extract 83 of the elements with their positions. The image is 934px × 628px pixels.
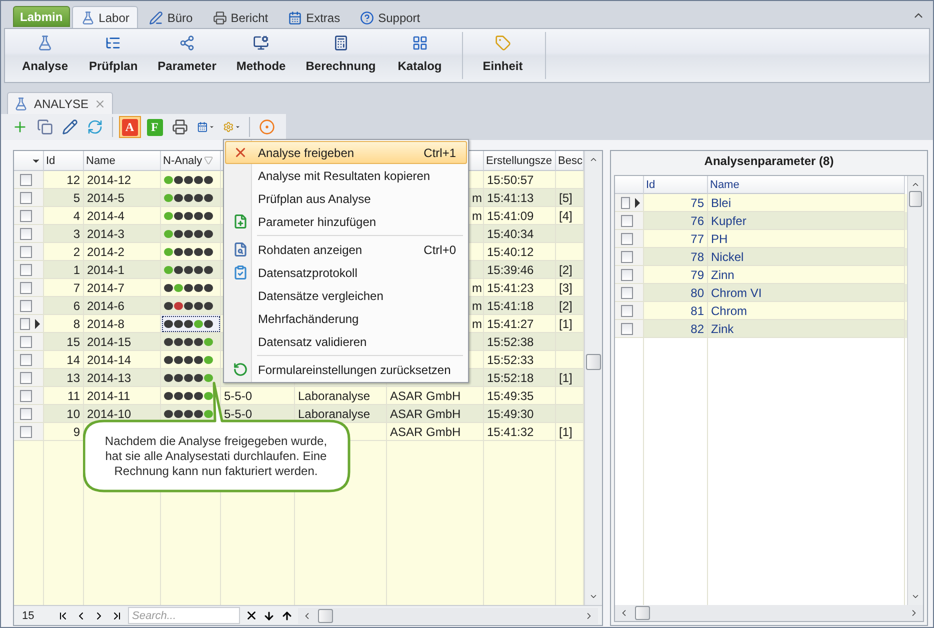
table-cell: 2014-3 (87, 226, 124, 240)
table-cell: ASAR GmbH (390, 406, 461, 420)
table-cell: 12 (66, 172, 80, 186)
table-cell: 7 (73, 280, 80, 294)
table-cell: Zink (711, 322, 734, 336)
panel-title: Analysenparameter (8) (703, 153, 835, 170)
table-cell: 13 (66, 370, 80, 384)
table-cell: 15:41:18 (487, 298, 534, 312)
table-cell: [2] (559, 262, 572, 276)
table-cell: 15:40:34 (487, 226, 534, 240)
table-cell: [3] (559, 280, 572, 294)
table-cell: Nickel (711, 250, 744, 264)
table-cell: 2 (73, 244, 80, 258)
table-cell: 10 (66, 406, 80, 420)
table-cell: [1] (559, 424, 572, 438)
table-cell: 8 (73, 316, 80, 330)
table-cell: 15:41:13 (487, 190, 534, 204)
table-cell: 2014-10 (87, 406, 132, 420)
table-cell: 2014-2 (87, 244, 124, 258)
table-cell: Kupfer (711, 214, 746, 228)
table-cell: 2014-15 (87, 334, 132, 348)
table-cell: [5] (559, 190, 572, 204)
table-cell: 15:40:12 (487, 244, 534, 258)
record-count: 15 (22, 610, 36, 622)
table-cell: m (472, 280, 482, 294)
table-cell: 2014-8 (87, 316, 124, 330)
table-cell: 15:41:32 (487, 424, 534, 438)
table-cell: [1] (559, 316, 572, 330)
table-cell: [2] (559, 298, 572, 312)
table-cell: 2014-14 (87, 352, 132, 366)
table-cell: 2014-7 (87, 280, 124, 294)
table-cell: 80 (690, 286, 704, 300)
table-cell: PH (711, 232, 728, 246)
table-cell: 5-5-0 (224, 388, 252, 402)
table-cell: 15:52:33 (487, 352, 534, 366)
table-cell: 15:41:27 (487, 316, 534, 330)
table-cell: 75 (690, 196, 704, 210)
table-cell: 2014-6 (87, 298, 124, 312)
table-cell: 5 (73, 190, 80, 204)
table-cell: 3 (73, 226, 80, 240)
table-cell: 2014-1 (87, 262, 124, 276)
table-cell: m (472, 298, 482, 312)
table-cell: 15:49:35 (487, 388, 534, 402)
table-cell: 2014-4 (87, 208, 124, 222)
table-cell: 79 (690, 268, 704, 282)
table-cell: 15:52:18 (487, 370, 534, 384)
table-cell: 15 (66, 334, 80, 348)
table-cell: 11 (68, 388, 80, 402)
table-cell: 77 (690, 232, 704, 246)
table-cell: ASAR GmbH (390, 424, 461, 438)
table-cell: 15:49:30 (487, 406, 534, 420)
table-cell: 2014-12 (87, 172, 132, 186)
table-cell: 14 (66, 352, 80, 366)
table-cell: ASAR GmbH (390, 388, 461, 402)
table-cell: 15:39:46 (487, 262, 534, 276)
callout-text: Nachdem die Analyse freigegeben wurde, hat sie alle Analysestati durchlaufen. Eine Rechnung kann nun fakturiert werden. (104, 434, 328, 478)
table-cell: [4] (559, 208, 572, 222)
table-cell: Chrom VI (711, 286, 762, 300)
table-cell: 78 (690, 250, 704, 264)
table-cell: 76 (690, 214, 704, 228)
table-cell: 9 (73, 424, 80, 438)
table-cell: 15:41:09 (487, 208, 534, 222)
table-cell: 81 (690, 304, 704, 318)
table-cell: 15:41:23 (487, 280, 534, 294)
table-cell: 1 (73, 262, 80, 276)
table-cell: m (472, 316, 482, 330)
table-cell: Chrom (711, 304, 748, 318)
table-cell: Zinn (711, 268, 734, 282)
table-cell: Laboranalyse (298, 406, 370, 420)
table-cell: 15:52:38 (487, 334, 534, 348)
table-cell: 2014-13 (87, 370, 132, 384)
table-cell: 15:50:57 (487, 172, 534, 186)
table-cell: 2014-5 (87, 190, 124, 204)
table-cell: m (472, 190, 482, 204)
table-cell: 5-5-0 (224, 406, 252, 420)
table-cell: 4 (73, 208, 80, 222)
table-cell: [1] (559, 370, 572, 384)
table-cell: 6 (73, 298, 80, 312)
table-cell: 2014-11 (87, 388, 130, 402)
table-cell: Laboranalyse (298, 388, 370, 402)
table-cell: Blei (711, 196, 732, 210)
table-cell: m (472, 208, 482, 222)
table-cell: 82 (690, 322, 704, 336)
